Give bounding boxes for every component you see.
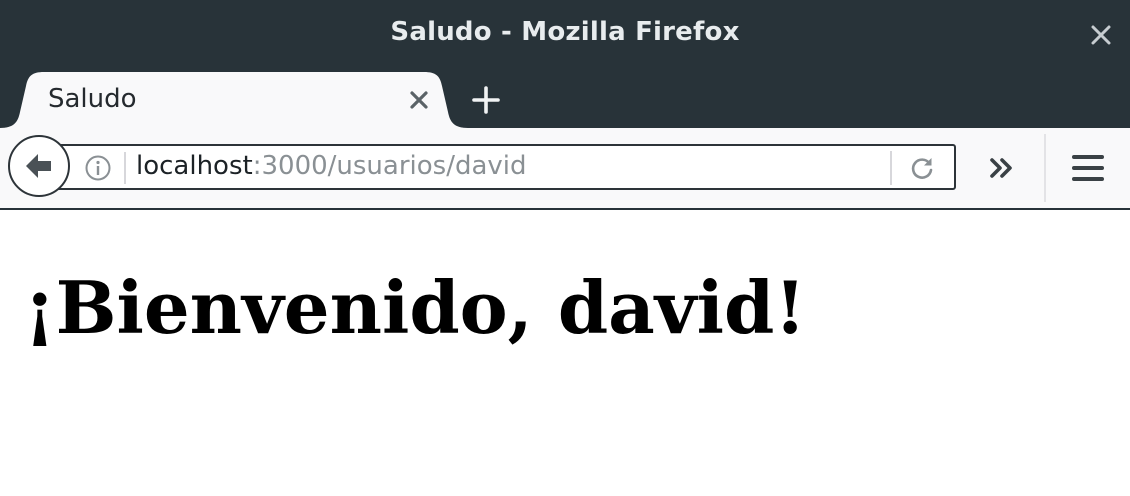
tab-label: Saludo (48, 84, 137, 114)
navigation-toolbar: localhost:3000/usuarios/david (0, 128, 1130, 210)
toolbar-separator (1044, 134, 1046, 202)
new-tab-plus-icon[interactable] (468, 82, 504, 118)
page-heading: ¡Bienvenido, david! (24, 265, 806, 350)
url-separator (124, 152, 126, 184)
reload-separator (890, 151, 892, 185)
url-host: localhost (136, 151, 253, 181)
reload-icon[interactable] (908, 154, 936, 182)
url-bar[interactable]: localhost:3000/usuarios/david (40, 144, 956, 190)
page-content: ¡Bienvenido, david! (0, 210, 1130, 496)
url-path: :3000/usuarios/david (252, 151, 527, 181)
window-close-icon[interactable] (1086, 20, 1116, 50)
tab-saludo[interactable]: Saludo (0, 72, 468, 128)
firefox-window: Saludo - Mozilla Firefox Saludo localhos… (0, 0, 1130, 496)
back-arrow-icon (26, 154, 51, 178)
window-title: Saludo - Mozilla Firefox (390, 17, 740, 47)
overflow-chevron-icon[interactable] (984, 153, 1020, 183)
title-bar: Saludo - Mozilla Firefox (0, 0, 1130, 68)
info-icon[interactable] (84, 154, 112, 182)
tab-close-icon[interactable] (406, 87, 432, 113)
tab-strip: Saludo (0, 68, 1130, 128)
url-text[interactable]: localhost:3000/usuarios/david (136, 151, 527, 181)
hamburger-menu-icon[interactable] (1068, 150, 1108, 186)
back-button[interactable] (8, 135, 70, 197)
